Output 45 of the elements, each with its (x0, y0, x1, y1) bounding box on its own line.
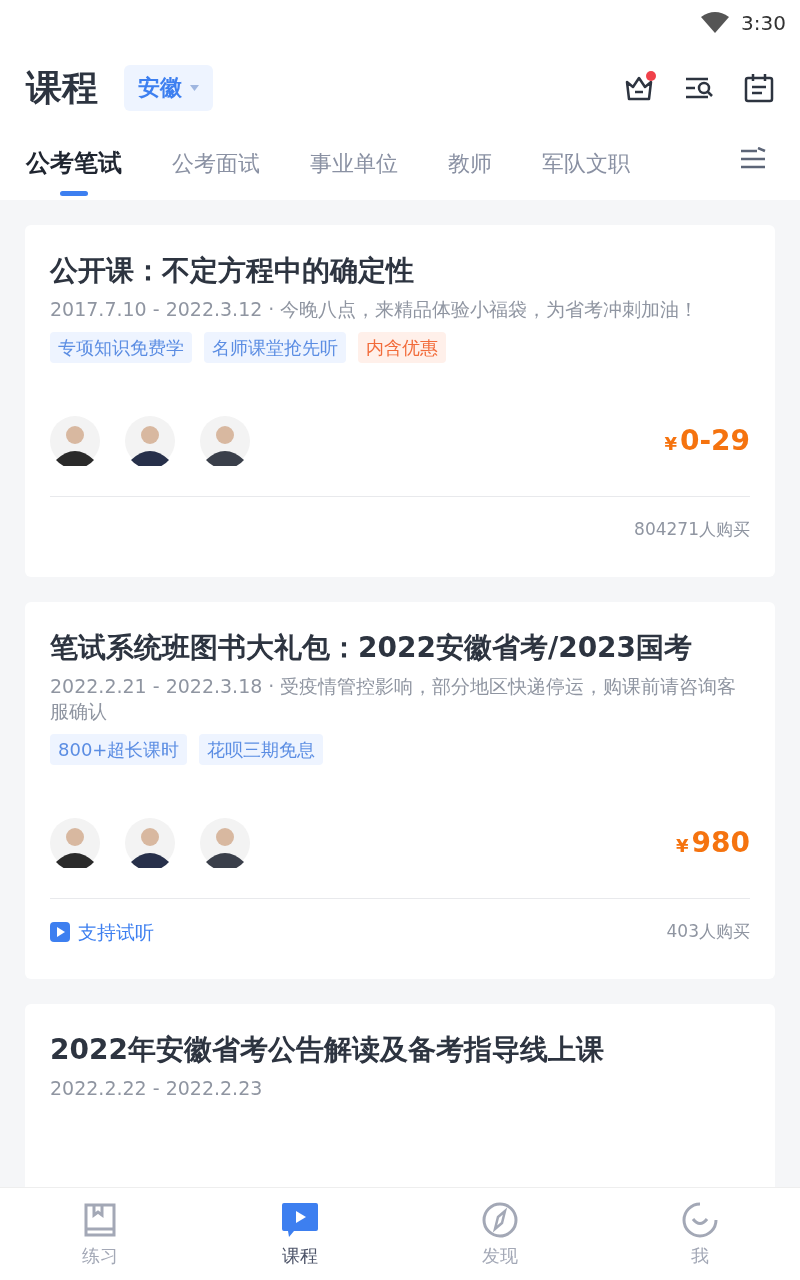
teacher-avatar (200, 818, 250, 868)
course-subtitle: 2022.2.22 - 2022.2.23 (50, 1076, 264, 1101)
teacher-avatar (200, 416, 250, 466)
buyer-count: 804271人购买 (634, 518, 750, 542)
category-tab[interactable]: 教师 (448, 146, 492, 180)
region-dropdown[interactable]: 安徽 (124, 64, 213, 111)
wifi-icon (701, 11, 730, 34)
play-icon (50, 922, 70, 942)
course-title: 笔试系统班图书大礼包：2022安徽省考/2023国考 (50, 630, 694, 666)
teacher-avatar (50, 818, 100, 868)
play-bubble-icon[interactable] (281, 1202, 319, 1238)
nav-tab[interactable]: 发现 (482, 1242, 518, 1269)
caret-icon (190, 84, 199, 91)
category-tab[interactable]: 公考面试 (172, 146, 260, 180)
course-title: 公开课：不定方程中的确定性 (50, 253, 415, 289)
trial-link[interactable]: 支持试听 (50, 917, 154, 947)
status-time: 3:30 (741, 9, 786, 37)
course-subtitle: 2017.7.10 - 2022.3.12 · 今晚八点，来精品体验小福袋，为省考冲刺加油！ (50, 297, 700, 322)
course-tag: 花呗三期免息 (199, 734, 324, 765)
buyer-count: 403人购买 (666, 920, 750, 944)
course-title: 2022年安徽省考公告解读及备考指导线上课 (50, 1032, 605, 1068)
category-tab[interactable]: 军队文职 (542, 146, 630, 180)
currency-symbol: ¥ (676, 834, 689, 858)
course-card[interactable]: 笔试系统班图书大礼包：2022安徽省考/2023国考 2022.2.21 - 2022.3.18 · 受疫情管控影响，部分地区快递停运，购课前请咨询客服确认 800+超长课时 花呗三期免息 ¥980 支持试听 403人购买 (25, 602, 775, 979)
course-card[interactable]: 公开课：不定方程中的确定性 2017.7.10 - 2022.3.12 · 今晚八点，来精品体验小福袋，为省考冲刺加油！ 专项知识免费学 名师课堂抢先听 内含优惠 ¥0-29 804271人购买 (25, 225, 775, 577)
currency-symbol: ¥ (664, 432, 677, 456)
nav-tab[interactable]: 练习 (82, 1242, 118, 1269)
category-tab[interactable]: 公考笔试 (26, 130, 122, 196)
calendar-icon[interactable] (744, 72, 774, 103)
teacher-avatar (125, 818, 175, 868)
course-tag: 名师课堂抢先听 (204, 332, 346, 363)
course-price: 0-29 (679, 423, 750, 459)
course-card[interactable]: 2022年安徽省考公告解读及备考指导线上课 2022.2.22 - 2022.2.23 (25, 1004, 775, 1187)
teacher-avatar (125, 416, 175, 466)
course-tag: 专项知识免费学 (50, 332, 192, 363)
course-tag: 内含优惠 (358, 332, 446, 363)
nav-tab[interactable]: 我 (691, 1242, 709, 1269)
category-tab[interactable]: 事业单位 (310, 146, 398, 180)
teacher-avatar (50, 416, 100, 466)
nav-tab[interactable]: 课程 (282, 1242, 318, 1269)
course-subtitle: 2022.2.21 - 2022.3.18 · 受疫情管控影响，部分地区快递停运，购课前请咨询客服确认 (50, 674, 738, 724)
menu-icon[interactable] (740, 147, 766, 171)
page-title: 课程 (26, 65, 98, 110)
course-price: 980 (691, 825, 750, 861)
course-tag: 800+超长课时 (50, 734, 188, 765)
